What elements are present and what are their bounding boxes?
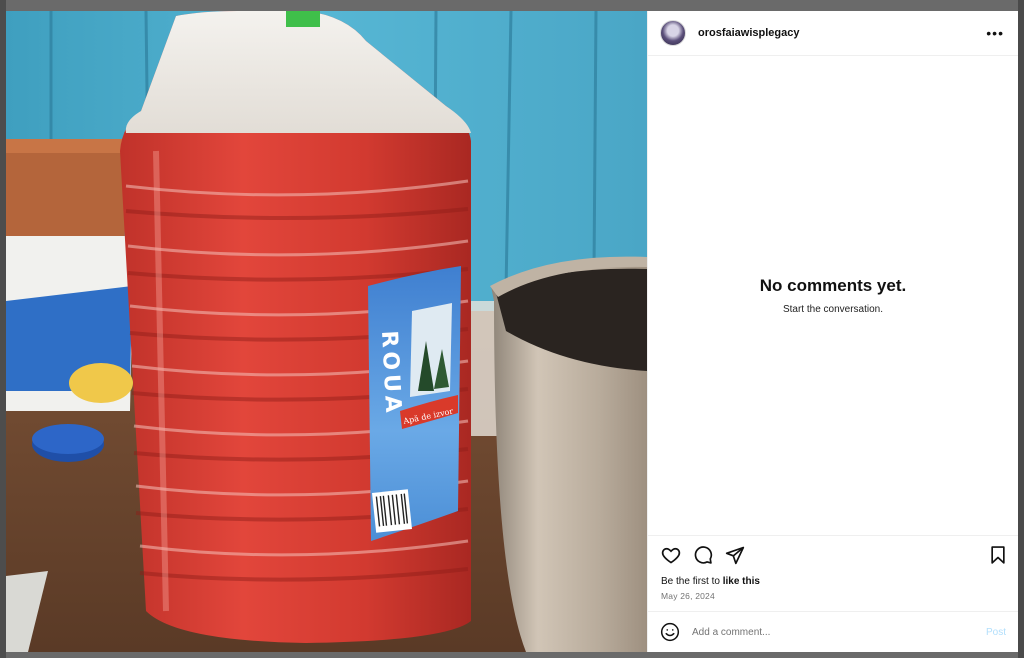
no-comments-title: No comments yet. bbox=[759, 276, 907, 295]
photo-illustration: ROUA Apă de izvor bbox=[6, 11, 647, 652]
heart-icon[interactable] bbox=[661, 545, 681, 565]
label-brand-text: ROUA bbox=[376, 330, 405, 417]
like-this-link[interactable]: like this bbox=[723, 576, 760, 587]
post-photo[interactable]: ROUA Apă de izvor bbox=[6, 11, 647, 652]
likes-prefix: Be the first to bbox=[661, 576, 723, 587]
post-comment-button[interactable]: Post bbox=[986, 627, 1006, 638]
post-actions bbox=[648, 535, 1018, 574]
post-side-panel: orosfaiawisplegacy ••• No comments yet. … bbox=[647, 11, 1018, 652]
username-link[interactable]: orosfaiawisplegacy bbox=[698, 27, 800, 39]
post-modal: ROUA Apă de izvor orosfaiawisplegacy •••… bbox=[6, 11, 1018, 652]
comments-area: No comments yet. Start the conversation. bbox=[648, 56, 1018, 535]
more-options-button[interactable]: ••• bbox=[986, 26, 1004, 40]
post-date[interactable]: May 26, 2024 bbox=[648, 590, 1018, 604]
comment-icon[interactable] bbox=[693, 545, 713, 565]
post-header: orosfaiawisplegacy ••• bbox=[648, 11, 1018, 56]
comment-bar: Post bbox=[648, 611, 1018, 652]
no-comments-subtitle: Start the conversation. bbox=[782, 304, 884, 315]
comment-input[interactable] bbox=[690, 625, 986, 639]
emoji-icon[interactable] bbox=[660, 622, 680, 642]
avatar[interactable] bbox=[660, 20, 686, 46]
share-icon[interactable] bbox=[725, 545, 745, 565]
likes-summary: Be the first to like this bbox=[648, 574, 1018, 590]
bookmark-icon[interactable] bbox=[988, 545, 1008, 565]
